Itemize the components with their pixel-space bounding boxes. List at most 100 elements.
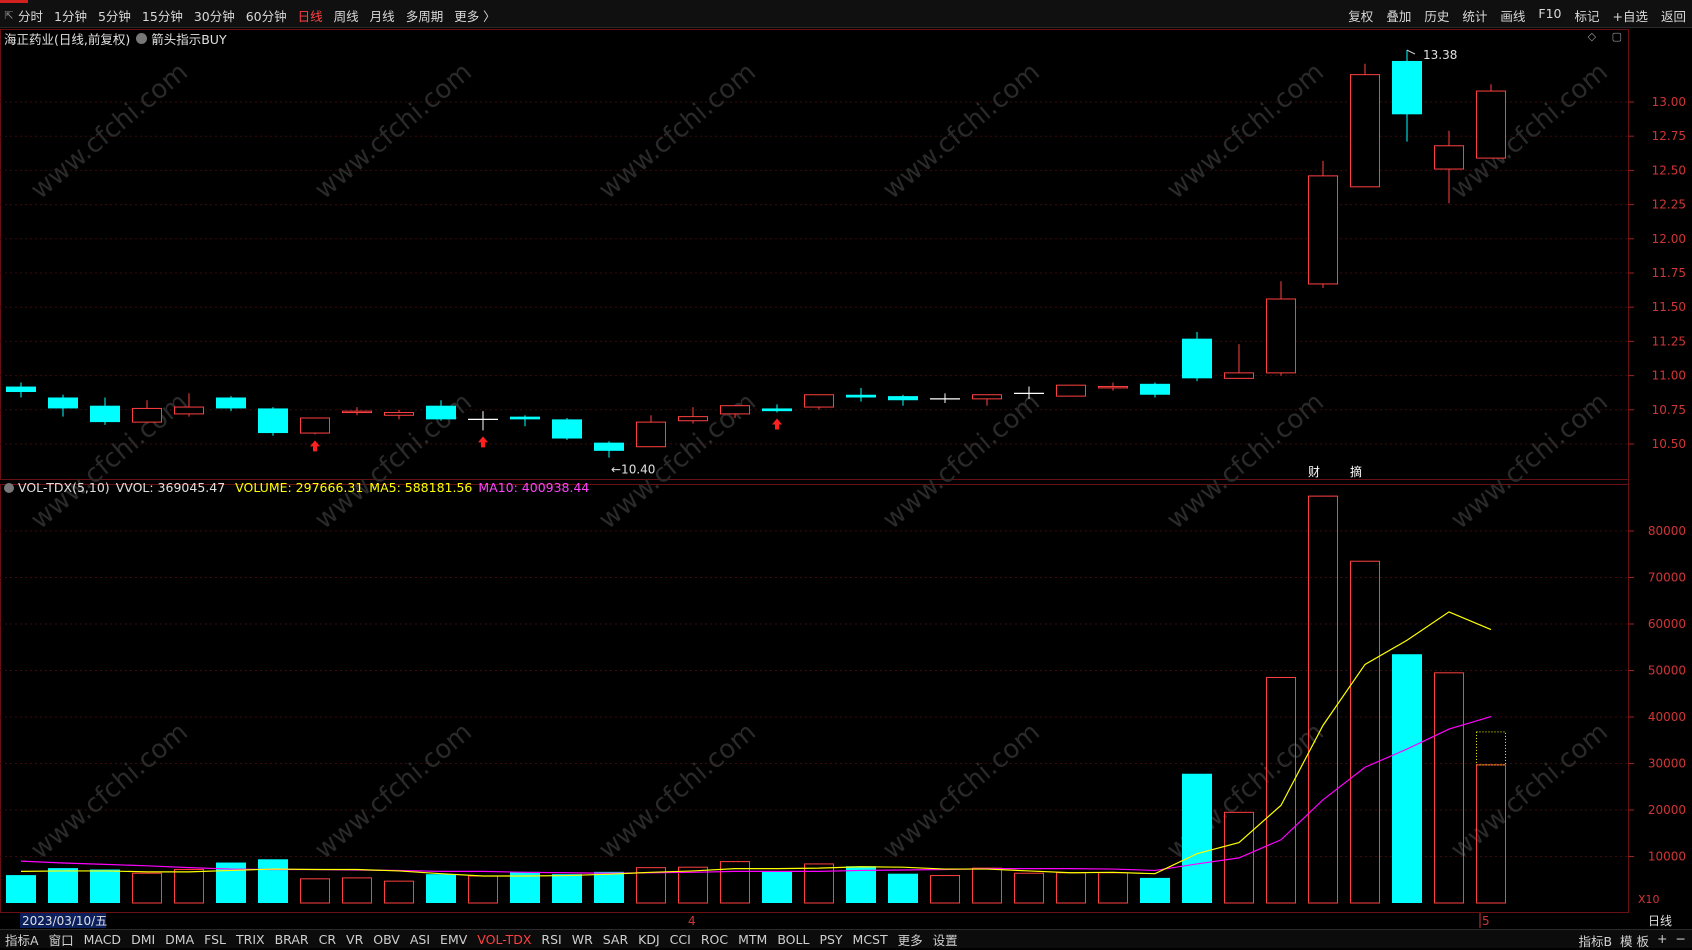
candle-body: [258, 408, 288, 434]
volume-bar: [804, 863, 834, 904]
indicator-settings-icon[interactable]: [136, 33, 148, 44]
watermark: www.cfchi.com: [25, 57, 194, 205]
indicator-tab-17[interactable]: KDJ: [638, 932, 660, 947]
volume-value: VOLUME: 297666.31: [235, 480, 364, 495]
watermark: www.cfchi.com: [1161, 57, 1330, 205]
month-label: 4: [688, 914, 696, 928]
indicator-bar: 指标A 窗口 MACD DMI DMA FSL TRIX BRAR CR VR OBV ASI EMV V…: [0, 929, 1692, 950]
volume-axis-label: 10000: [1648, 850, 1686, 864]
buy-arrow-icon: [310, 440, 320, 452]
volume-bar: [762, 871, 792, 903]
indicator-tab-10[interactable]: OBV: [373, 932, 400, 947]
volume-bar: [1182, 773, 1212, 903]
indicator-tab-1[interactable]: 窗口: [49, 930, 74, 949]
indicator-tab-20[interactable]: MTM: [738, 932, 767, 947]
volume-bar: [384, 880, 414, 904]
event-marker-summary: 摘: [1350, 464, 1362, 479]
indicator-tab-2[interactable]: MACD: [84, 932, 121, 947]
volume-unit-label: X10: [1638, 893, 1660, 906]
candle-body: [174, 406, 204, 415]
candle-body: [1056, 384, 1086, 397]
indicator-tab-0[interactable]: 指标A: [5, 930, 39, 949]
candle-body: [1266, 298, 1296, 374]
candle-body: [678, 416, 708, 422]
price-axis-label: 11.00: [1652, 369, 1686, 383]
indicator-tab-21[interactable]: BOLL: [777, 932, 809, 947]
main-chart-title-bar: 海正药业(日线,前复权) 箭头指示BUY: [4, 29, 227, 48]
kline-chart-canvas[interactable]: 13.00 12.75 12.50 12.25 12.00 11.75 11.50 11.25…: [0, 0, 1692, 947]
indicator-tab-18[interactable]: CCI: [670, 932, 691, 947]
volume-pane-border: [0, 484, 1629, 913]
indicator-tab-3[interactable]: DMI: [131, 932, 155, 947]
candle-body: [636, 421, 666, 448]
volume-bar: [174, 869, 204, 904]
volume-bar: [1056, 872, 1086, 904]
indicator-tab-5[interactable]: FSL: [204, 932, 226, 947]
volume-settings-icon[interactable]: [4, 482, 14, 493]
volume-bar: [594, 871, 624, 903]
indicator-tab-7[interactable]: BRAR: [275, 932, 309, 947]
candle-body: [384, 412, 414, 416]
volume-bar: [1098, 872, 1128, 904]
volume-axis-label: 70000: [1648, 571, 1686, 585]
volume-bar: [720, 861, 750, 904]
volume-bar: [342, 877, 372, 904]
candle-body: [594, 442, 624, 451]
indicator-tab-15[interactable]: WR: [572, 932, 593, 947]
indicator-tab-19[interactable]: ROC: [701, 932, 728, 947]
ma5-value: MA5: 588181.56: [369, 480, 473, 495]
indicator-tab-6[interactable]: TRIX: [236, 932, 265, 947]
candle-body: [132, 407, 162, 423]
indicator-tab-12[interactable]: EMV: [440, 932, 467, 947]
indicator-tab-23[interactable]: MCST: [853, 932, 888, 947]
date-label-start: 2023/03/10/五: [22, 914, 107, 928]
volume-bar: [1350, 560, 1380, 904]
indicator-tab-25[interactable]: 设置: [933, 930, 958, 949]
volume-bar: [426, 874, 456, 903]
volume-bar: [1434, 672, 1464, 904]
indicator-tab-4[interactable]: DMA: [165, 932, 194, 947]
watermark: www.cfchi.com: [593, 57, 762, 205]
ma10-value: MA10: 400938.44: [478, 480, 590, 495]
candle-body: [720, 405, 750, 415]
candle-body: [1350, 74, 1380, 188]
candle-body: [1224, 372, 1254, 379]
indicator-tab-14[interactable]: RSI: [541, 932, 561, 947]
bottom-right-button-3[interactable]: −: [1676, 931, 1686, 950]
bottom-right-button-2[interactable]: +: [1657, 931, 1667, 950]
watermark: www.cfchi.com: [1445, 57, 1614, 205]
volume-bar: [552, 874, 582, 903]
chart-window-icons[interactable]: ◇ ▢: [1588, 30, 1628, 43]
volume-axis-label: 60000: [1648, 617, 1686, 631]
candle-body: [6, 386, 36, 393]
indicator-tab-9[interactable]: VR: [346, 932, 363, 947]
price-axis-label: 12.50: [1652, 163, 1686, 177]
candle-body: [804, 394, 834, 408]
volume-title-bar: VOL-TDX(5,10) VVOL: 369045.47 VOLUME: 29…: [4, 480, 589, 495]
candle-body: [1182, 338, 1212, 379]
high-marker: [1406, 49, 1416, 55]
candle-body: [510, 416, 540, 420]
watermark: www.cfchi.com: [1445, 717, 1614, 865]
volume-bar: [1266, 676, 1296, 904]
bottom-right-button-1[interactable]: 模 板: [1620, 931, 1649, 950]
candle-body: [846, 394, 876, 398]
indicator-tab-11[interactable]: ASI: [410, 932, 430, 947]
indicator-name[interactable]: 箭头指示BUY: [151, 29, 226, 48]
candle-body: [1434, 145, 1464, 170]
candle-body: [1140, 383, 1170, 395]
indicator-tab-22[interactable]: PSY: [819, 932, 842, 947]
watermark: www.cfchi.com: [309, 717, 478, 865]
candle-body: [1098, 386, 1128, 389]
volume-indicator-name[interactable]: VOL-TDX(5,10): [18, 480, 110, 495]
indicator-tab-16[interactable]: SAR: [603, 932, 628, 947]
indicator-tab-24[interactable]: 更多: [898, 930, 923, 949]
price-axis-label: 12.00: [1652, 232, 1686, 246]
indicator-tab-8[interactable]: CR: [319, 932, 336, 947]
indicator-tab-13[interactable]: VOL-TDX: [477, 932, 531, 947]
candle-body: [300, 417, 330, 434]
candle-body: [1392, 60, 1422, 115]
price-axis-label: 12.75: [1652, 129, 1686, 143]
bottom-right-button-0[interactable]: 指标B: [1578, 931, 1612, 950]
stock-title: 海正药业(日线,前复权): [4, 32, 131, 47]
